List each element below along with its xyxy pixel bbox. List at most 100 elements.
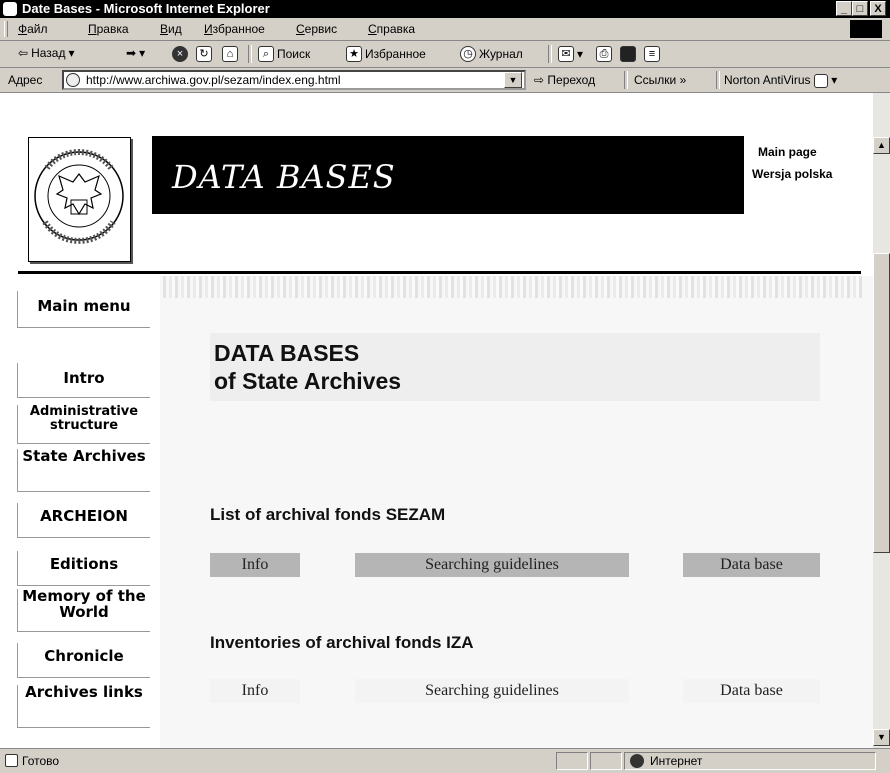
search-icon: ⌕ xyxy=(258,46,274,62)
back-button[interactable]: ⇦ Назад ▾ xyxy=(18,46,74,60)
decorative-texture xyxy=(163,276,863,298)
iza-info-button[interactable]: Info xyxy=(210,679,300,703)
edit-icon xyxy=(620,46,636,62)
main-page-link[interactable]: Main page xyxy=(758,145,817,159)
nav-administrative-structure[interactable]: Administrative structure xyxy=(17,405,150,444)
toolbar-separator xyxy=(548,45,552,63)
history-icon: ◷ xyxy=(460,46,476,62)
mail-dropdown-icon[interactable]: ▾ xyxy=(577,47,583,61)
search-button[interactable]: ⌕ Поиск xyxy=(258,46,310,62)
history-label: Журнал xyxy=(479,47,523,61)
close-button[interactable]: X xyxy=(870,1,886,16)
polish-version-link[interactable]: Wersja polska xyxy=(752,167,832,181)
vertical-scrollbar[interactable]: ▲ ▼ xyxy=(873,93,890,748)
section-title-sezam: List of archival fonds SEZAM xyxy=(210,505,446,524)
sezam-info-button[interactable]: Info xyxy=(210,553,300,577)
nav-memory-of-the-world[interactable]: Memory of the World xyxy=(17,588,150,632)
go-arrow-icon: ⇨ xyxy=(534,73,545,87)
norton-antivirus-button[interactable]: Norton AntiVirus ▾ xyxy=(724,73,837,88)
forward-arrow-icon: ➡ xyxy=(126,46,137,60)
links-button[interactable]: Ссылки » xyxy=(634,73,686,87)
scroll-up-icon[interactable]: ▲ xyxy=(873,137,890,154)
search-label: Поиск xyxy=(277,47,311,61)
menu-view[interactable]: Вид xyxy=(160,22,182,36)
menu-help[interactable]: Справка xyxy=(368,22,415,36)
norton-dropdown-icon[interactable]: ▾ xyxy=(831,73,837,87)
norton-icon xyxy=(813,73,828,88)
back-arrow-icon: ⇦ xyxy=(18,46,29,60)
window-title-bar: Date Bases - Microsoft Internet Explorer… xyxy=(0,0,890,18)
forward-button[interactable]: ➡ ▾ xyxy=(126,46,145,60)
print-button[interactable]: ⎙ xyxy=(596,46,612,62)
menu-bar: Файл Правка Вид Избранное Сервис Справка xyxy=(0,18,890,41)
menu-favorites[interactable]: Избранное xyxy=(204,22,265,36)
go-button[interactable]: ⇨ Переход xyxy=(534,73,595,87)
status-panel xyxy=(590,752,622,770)
heading-line-1: DATA BASES xyxy=(214,340,360,366)
page-status-icon xyxy=(5,754,18,767)
discuss-icon: ≡ xyxy=(644,46,660,62)
favorites-icon: ★ xyxy=(346,46,362,62)
banner-title: DATA BASES xyxy=(172,158,396,196)
home-button[interactable]: ⌂ xyxy=(222,46,238,62)
menu-edit[interactable]: Правка xyxy=(88,22,129,36)
links-label: Ссылки xyxy=(634,73,677,87)
nav-chronicle[interactable]: Chronicle xyxy=(17,643,150,678)
stop-button[interactable]: × xyxy=(172,46,188,62)
nav-archeion[interactable]: ARCHEION xyxy=(17,503,150,538)
nav-archives-links[interactable]: Archives links xyxy=(17,684,150,728)
page-heading: DATA BASES of State Archives xyxy=(214,339,401,395)
menu-file[interactable]: Файл xyxy=(18,22,48,36)
internet-zone-icon xyxy=(630,754,644,768)
zone-text: Интернет xyxy=(650,754,703,768)
sezam-database-button[interactable]: Data base xyxy=(683,553,820,577)
window-title: Date Bases - Microsoft Internet Explorer xyxy=(22,1,270,16)
section-title-iza: Inventories of archival fonds IZA xyxy=(210,633,474,652)
address-bar: Адрес http://www.archiwa.gov.pl/sezam/in… xyxy=(0,68,890,93)
scroll-down-icon[interactable]: ▼ xyxy=(873,729,890,746)
status-bar: Готово Интернет xyxy=(0,748,890,773)
archives-logo xyxy=(28,137,131,262)
nav-main-menu[interactable]: Main menu xyxy=(17,291,150,328)
favorites-button[interactable]: ★ Избранное xyxy=(346,46,426,62)
maximize-button[interactable]: □ xyxy=(852,1,868,16)
status-text: Готово xyxy=(22,754,60,768)
ie-app-icon[interactable] xyxy=(3,2,17,16)
minimize-button[interactable]: _ xyxy=(836,1,852,16)
stop-icon: × xyxy=(172,46,188,62)
links-chevron-icon[interactable]: » xyxy=(680,73,687,87)
address-dropdown-icon[interactable]: ▼ xyxy=(504,72,522,88)
mail-button[interactable]: ✉ ▾ xyxy=(558,46,583,62)
status-panel xyxy=(556,752,588,770)
history-button[interactable]: ◷ Журнал xyxy=(460,46,523,62)
menu-grip[interactable] xyxy=(4,21,8,37)
nav-editions[interactable]: Editions xyxy=(17,551,150,586)
page-banner: DATA BASES xyxy=(152,136,744,214)
scroll-thumb[interactable] xyxy=(873,253,890,553)
nav-intro[interactable]: Intro xyxy=(17,363,150,398)
back-dropdown-icon[interactable]: ▾ xyxy=(68,46,74,60)
print-icon: ⎙ xyxy=(596,46,612,62)
sezam-guidelines-button[interactable]: Searching guidelines xyxy=(355,553,629,577)
favorites-label: Избранное xyxy=(365,47,426,61)
ie-throbber-logo xyxy=(850,20,882,38)
heading-line-2: of State Archives xyxy=(214,368,402,395)
discuss-button[interactable]: ≡ xyxy=(644,46,660,62)
forward-dropdown-icon[interactable]: ▾ xyxy=(139,46,145,60)
norton-label: Norton AntiVirus xyxy=(724,73,811,87)
refresh-button[interactable]: ↻ xyxy=(196,46,212,62)
mail-icon: ✉ xyxy=(558,46,574,62)
browser-viewport: DATA BASES Main page Wersja polska Main … xyxy=(0,93,873,748)
standard-toolbar: ⇦ Назад ▾ ➡ ▾ × ↻ ⌂ ⌕ Поиск ★ Избранное … xyxy=(0,41,890,68)
address-input[interactable]: http://www.archiwa.gov.pl/sezam/index.en… xyxy=(62,70,526,90)
edit-button[interactable] xyxy=(620,46,636,62)
home-icon: ⌂ xyxy=(222,46,238,62)
refresh-icon: ↻ xyxy=(196,46,212,62)
iza-guidelines-button[interactable]: Searching guidelines xyxy=(355,679,629,703)
menu-tools[interactable]: Сервис xyxy=(296,22,337,36)
iza-database-button[interactable]: Data base xyxy=(683,679,820,703)
nav-state-archives[interactable]: State Archives xyxy=(17,448,150,492)
back-label: Назад xyxy=(31,46,66,60)
toolbar-separator xyxy=(248,45,252,63)
address-separator xyxy=(624,71,628,89)
